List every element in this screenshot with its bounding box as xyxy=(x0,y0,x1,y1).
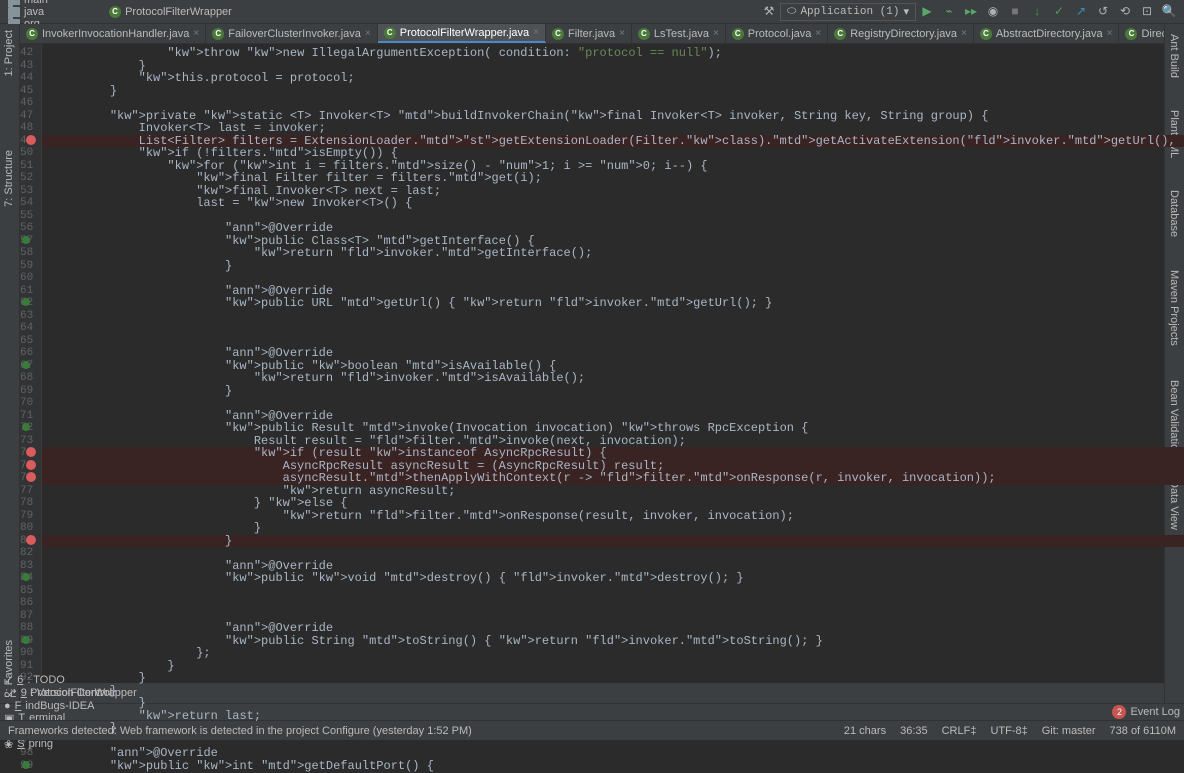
editor-tab[interactable]: CFilter.java× xyxy=(546,24,632,43)
class-icon: C xyxy=(26,28,38,40)
code-area[interactable]: "kw">throw "kw">new IllegalArgumentExcep… xyxy=(42,44,1184,683)
close-icon[interactable]: × xyxy=(193,28,199,39)
build-icon[interactable]: ⚒ xyxy=(761,4,777,20)
breakpoint-icon[interactable] xyxy=(26,135,36,145)
override-icon[interactable] xyxy=(22,636,30,644)
breadcrumb-file[interactable]: CProtocolFilterWrapper xyxy=(105,6,236,18)
history-icon[interactable]: ↺ xyxy=(1095,4,1111,20)
class-icon: C xyxy=(638,28,650,40)
run-config-select[interactable]: ⬭ Application (1) ▾ xyxy=(780,3,916,21)
breakpoint-icon[interactable] xyxy=(26,535,36,545)
class-icon: C xyxy=(834,28,846,40)
editor-tab[interactable]: CProtocolFilterWrapper.java× xyxy=(378,24,546,43)
project-tool[interactable]: 1: Project xyxy=(0,24,18,82)
close-icon[interactable]: × xyxy=(713,28,719,39)
override-icon[interactable] xyxy=(22,423,30,431)
left-tool-rail: 1: Project 7: Structure 2: Favorites xyxy=(0,24,20,703)
override-icon[interactable] xyxy=(22,573,30,581)
coverage-icon[interactable]: ▸▸ xyxy=(963,4,979,20)
editor-tabs: CInvokerInvocationHandler.java×CFailover… xyxy=(20,24,1164,44)
push-icon[interactable]: ↗ xyxy=(1073,4,1089,20)
update-icon[interactable]: ↓ xyxy=(1029,4,1045,20)
close-icon[interactable]: × xyxy=(961,28,967,39)
class-icon: C xyxy=(109,6,121,18)
profile-icon[interactable]: ◉ xyxy=(985,4,1001,20)
close-icon[interactable]: × xyxy=(815,28,821,39)
close-icon[interactable]: × xyxy=(533,27,539,38)
class-icon: C xyxy=(384,27,396,39)
close-icon[interactable]: × xyxy=(619,28,625,39)
editor-tab[interactable]: CLsTest.java× xyxy=(632,24,726,43)
editor-tab[interactable]: CInvokerInvocationHandler.java× xyxy=(20,24,206,43)
override-icon[interactable] xyxy=(22,236,30,244)
class-icon: C xyxy=(212,28,224,40)
class-icon: C xyxy=(552,28,564,40)
breakpoint-icon[interactable] xyxy=(26,447,36,457)
editor: 42 43 44 45 46 47 48 49 50 51 52 53 54 5… xyxy=(20,44,1164,683)
ide-settings-icon[interactable]: ⊡ xyxy=(1139,4,1155,20)
breadcrumb-folder[interactable]: java xyxy=(4,6,105,18)
tool-icon: ● xyxy=(4,700,11,712)
editor-tab[interactable]: CAbstractDirectory.java× xyxy=(974,24,1120,43)
class-icon: C xyxy=(732,28,744,40)
override-icon[interactable] xyxy=(22,761,30,769)
editor-tab[interactable]: CRegistryDirectory.java× xyxy=(828,24,974,43)
editor-tab[interactable]: CDirectory.java× xyxy=(1119,24,1164,43)
override-icon[interactable] xyxy=(22,298,30,306)
tool-icon: ⎇ xyxy=(4,687,17,700)
run-icon[interactable]: ▶ xyxy=(919,4,935,20)
navigation-bar: ucubator-dubbodubbo-rpcdubbo-rpc-apisrcm… xyxy=(0,0,1184,24)
override-icon[interactable] xyxy=(22,361,30,369)
commit-icon[interactable]: ✓ xyxy=(1051,4,1067,20)
folder-icon xyxy=(8,7,20,17)
tool-icon: ✓ xyxy=(4,674,13,687)
class-icon: C xyxy=(1125,28,1137,40)
search-icon[interactable]: 🔍 xyxy=(1161,4,1177,20)
breakpoint-icon[interactable] xyxy=(26,472,36,482)
close-icon[interactable]: × xyxy=(1107,28,1113,39)
close-icon[interactable]: × xyxy=(365,28,371,39)
structure-tool[interactable]: 7: Structure xyxy=(0,144,18,213)
editor-tab[interactable]: CFailoverClusterInvoker.java× xyxy=(206,24,378,43)
editor-tab[interactable]: CProtocol.java× xyxy=(726,24,828,43)
debug-icon[interactable]: ⌁ xyxy=(941,4,957,20)
class-icon: C xyxy=(980,28,992,40)
revert-icon[interactable]: ⟲ xyxy=(1117,4,1133,20)
stop-icon[interactable]: ■ xyxy=(1007,4,1023,20)
breakpoint-icon[interactable] xyxy=(26,460,36,470)
